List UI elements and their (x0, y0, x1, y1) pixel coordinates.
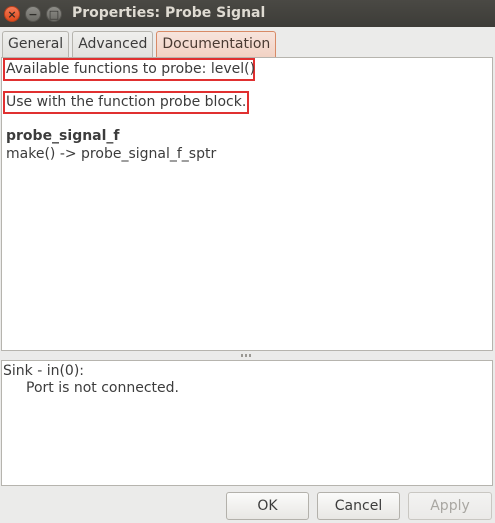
tab-general[interactable]: General (2, 31, 70, 57)
tab-bar: General Advanced Documentation (2, 31, 279, 57)
doc-available-functions: Available functions to probe: level() (6, 61, 256, 77)
tab-documentation[interactable]: Documentation (156, 31, 277, 57)
properties-dialog: × − □ Properties: Probe Signal General A… (0, 0, 495, 523)
port-status: Port is not connected. (26, 380, 179, 396)
splitter-grip-icon[interactable] (241, 354, 253, 357)
title-bar: × − □ Properties: Probe Signal (0, 0, 495, 27)
apply-button[interactable]: Apply (408, 492, 492, 520)
close-icon[interactable]: × (4, 6, 20, 22)
tab-advanced[interactable]: Advanced (72, 31, 154, 57)
cancel-button[interactable]: Cancel (317, 492, 400, 520)
doc-signature: make() -> probe_signal_f_sptr (6, 146, 217, 162)
window-title: Properties: Probe Signal (72, 5, 266, 21)
maximize-icon[interactable]: □ (46, 6, 62, 22)
ok-button[interactable]: OK (226, 492, 309, 520)
pane-splitter[interactable] (0, 351, 495, 360)
port-label: Sink - in(0): (3, 363, 85, 379)
documentation-pane[interactable]: Available functions to probe: level() Us… (1, 57, 493, 351)
minimize-icon[interactable]: − (25, 6, 41, 22)
doc-block-name: probe_signal_f (6, 128, 120, 144)
messages-pane[interactable]: Sink - in(0): Port is not connected. (1, 360, 493, 486)
doc-usage-note: Use with the function probe block. (6, 94, 247, 110)
